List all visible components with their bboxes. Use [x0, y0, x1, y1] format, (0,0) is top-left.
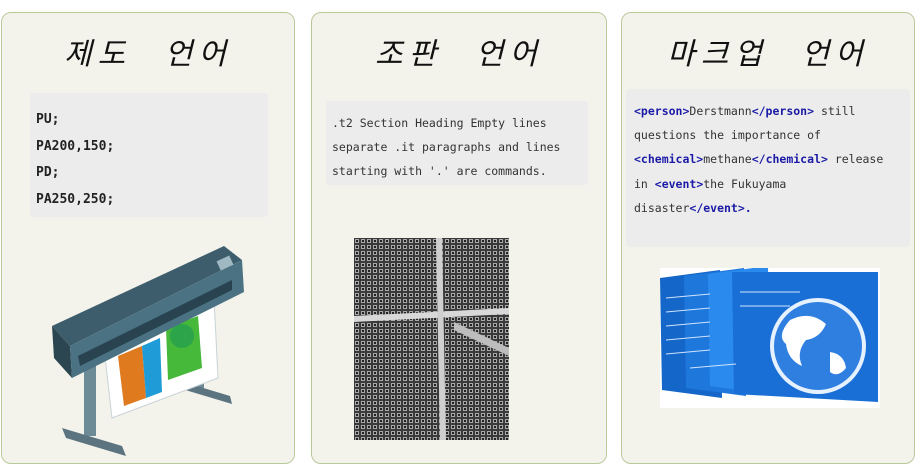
code-line: PA200,150; [36, 138, 115, 154]
code-block: .t2 Section Heading Empty lines separate… [326, 101, 588, 185]
code-line: PA250,250; [36, 191, 115, 207]
card-title: 마크업 언어 [667, 37, 869, 72]
markup-tag: </event> [689, 200, 745, 215]
markup-tag: </person> [751, 104, 815, 118]
globe-documents-icon [660, 268, 880, 408]
metal-type-image [354, 238, 509, 440]
markup-text: Derstmann [689, 104, 752, 118]
markup-tag: <chemical> [634, 152, 704, 167]
markup-tag: </chemical> [751, 152, 828, 167]
card-typesetting-language: 조판 언어 .t2 Section Heading Empty lines se… [311, 12, 607, 464]
code-line: PU; [36, 112, 60, 127]
markup-text: . [744, 200, 752, 215]
markup-text: methane [703, 152, 752, 167]
code-block: <person>Derstmann</person> still questio… [626, 89, 910, 247]
markup-tag: <person> [634, 104, 690, 118]
plotter-icon [52, 246, 244, 456]
card-drafting-language: 제도 언어 PU; PA200,150; PD; PA250,250; [1, 12, 295, 464]
markup-tag: <event> [654, 176, 704, 191]
card-title: 제도 언어 [64, 37, 232, 72]
code-block: PU; PA200,150; PD; PA250,250; [30, 93, 268, 217]
card-markup-language: 마크업 언어 <person>Derstmann</person> still … [621, 12, 915, 464]
code-line: PD; [36, 165, 60, 180]
card-title: 조판 언어 [375, 37, 543, 72]
